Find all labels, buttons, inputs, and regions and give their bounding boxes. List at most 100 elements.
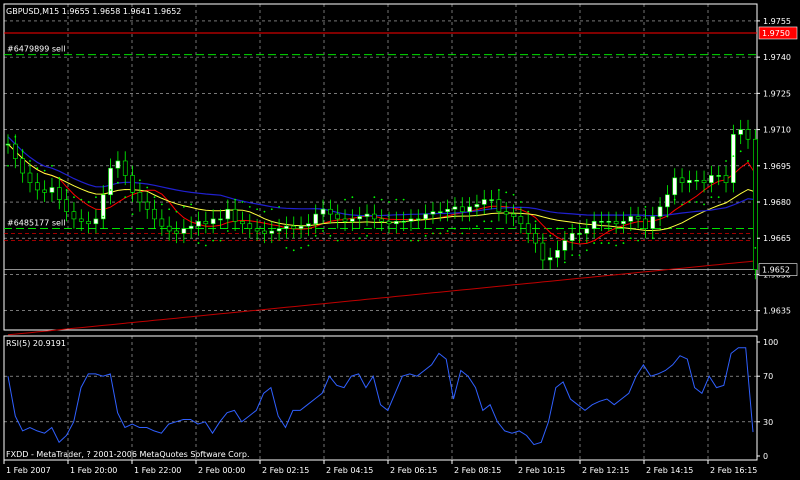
candle-body <box>562 240 568 251</box>
sar-dot <box>688 201 691 203</box>
candle-body <box>188 225 194 229</box>
sar-dot <box>95 196 97 199</box>
candle-body <box>415 218 421 221</box>
candle-body <box>709 175 714 183</box>
rsi-tick-label: 70 <box>763 372 773 381</box>
sar-dot <box>65 189 68 191</box>
sar-dot <box>395 198 398 201</box>
sar-dot <box>710 196 713 199</box>
sar-dot <box>739 150 742 153</box>
sar-dot <box>505 191 508 194</box>
x-tick-label: 1 Feb 20:00 <box>70 466 117 475</box>
sar-dot <box>659 227 661 230</box>
sar-dot <box>314 234 317 237</box>
sar-dot <box>87 201 90 203</box>
sar-dot <box>490 220 493 223</box>
sar-dot <box>73 196 75 199</box>
sar-dot <box>563 261 566 264</box>
sar-dot <box>483 220 486 223</box>
candle-body <box>621 221 626 225</box>
sar-dot <box>534 220 537 223</box>
sar-dot <box>270 208 273 211</box>
sar-dot <box>138 179 141 182</box>
sar-dot <box>476 225 478 228</box>
candle-body <box>489 199 494 201</box>
candle-body <box>284 225 289 229</box>
sar-dot <box>454 227 456 230</box>
sar-dot <box>571 254 574 257</box>
candle-body <box>276 228 282 232</box>
sar-dot <box>402 198 405 201</box>
sar-dot <box>717 196 720 199</box>
candle-body <box>445 208 450 212</box>
candle-body <box>650 216 656 229</box>
sar-dot <box>541 237 544 240</box>
sar-dot <box>439 232 442 235</box>
sar-dot <box>146 186 149 189</box>
sar-dot <box>622 242 625 244</box>
candle-body <box>42 189 47 193</box>
sar-dot <box>747 160 749 162</box>
ma-darkred-line <box>7 260 756 336</box>
sar-dot <box>300 246 302 249</box>
candle-body <box>203 221 209 225</box>
order-label: #6485177 sell <box>7 219 65 228</box>
sar-dot <box>549 234 552 237</box>
candle-body <box>20 158 25 174</box>
candle-body <box>181 228 187 234</box>
x-tick-label: 2 Feb 10:15 <box>518 466 565 475</box>
candle-body <box>306 223 311 227</box>
sar-dot <box>600 242 603 244</box>
candle-body <box>423 213 428 220</box>
candle-body <box>731 134 736 183</box>
sar-dot <box>344 198 346 201</box>
candle-body <box>13 143 18 159</box>
sar-dot <box>366 234 368 237</box>
sar-dot <box>446 230 449 232</box>
sar-dot <box>14 135 17 138</box>
candle-body <box>555 250 560 258</box>
candle-body <box>547 257 553 261</box>
sar-dot <box>197 242 200 244</box>
candle-body <box>357 216 363 220</box>
sar-dot <box>461 232 464 235</box>
candle-body <box>437 211 443 213</box>
sar-dot <box>182 205 185 208</box>
candle-body <box>430 211 436 215</box>
candle-body <box>687 179 692 183</box>
candle-body <box>635 216 641 220</box>
candle-body <box>27 172 33 183</box>
copyright-text: FXDD - MetaTrader, ? 2001-2006 MetaQuote… <box>6 450 250 459</box>
red-level-badge: 1.9750 <box>762 29 790 38</box>
sar-dot <box>358 237 361 240</box>
sar-dot <box>226 230 229 232</box>
sar-dot <box>248 205 251 208</box>
sar-dot <box>160 203 163 206</box>
sar-dot <box>629 237 632 240</box>
sar-dot <box>322 230 324 232</box>
candle-body <box>459 206 465 212</box>
sar-dot <box>234 198 237 201</box>
candle-body <box>335 213 341 220</box>
sar-dot <box>644 205 647 208</box>
sar-dot <box>212 239 215 242</box>
candle-body <box>298 225 304 229</box>
y-tick-label: 1.9635 <box>763 307 791 316</box>
sar-dot <box>424 234 427 237</box>
sar-dot <box>732 155 735 158</box>
candle-body <box>320 208 326 215</box>
sar-dot <box>681 203 683 206</box>
x-tick-label: 1 Feb 2007 <box>6 466 51 475</box>
sar-dot <box>109 189 112 191</box>
sar-dot <box>36 167 39 170</box>
candle-body <box>481 199 487 205</box>
sar-dot <box>497 189 500 191</box>
candle-body <box>591 221 597 229</box>
candle-body <box>525 223 531 234</box>
candle-body <box>753 138 758 270</box>
sar-dot <box>263 210 266 213</box>
sar-dot <box>417 239 420 242</box>
chart-grid <box>4 4 757 460</box>
candle-body <box>100 194 106 220</box>
sar-dot <box>578 254 581 257</box>
